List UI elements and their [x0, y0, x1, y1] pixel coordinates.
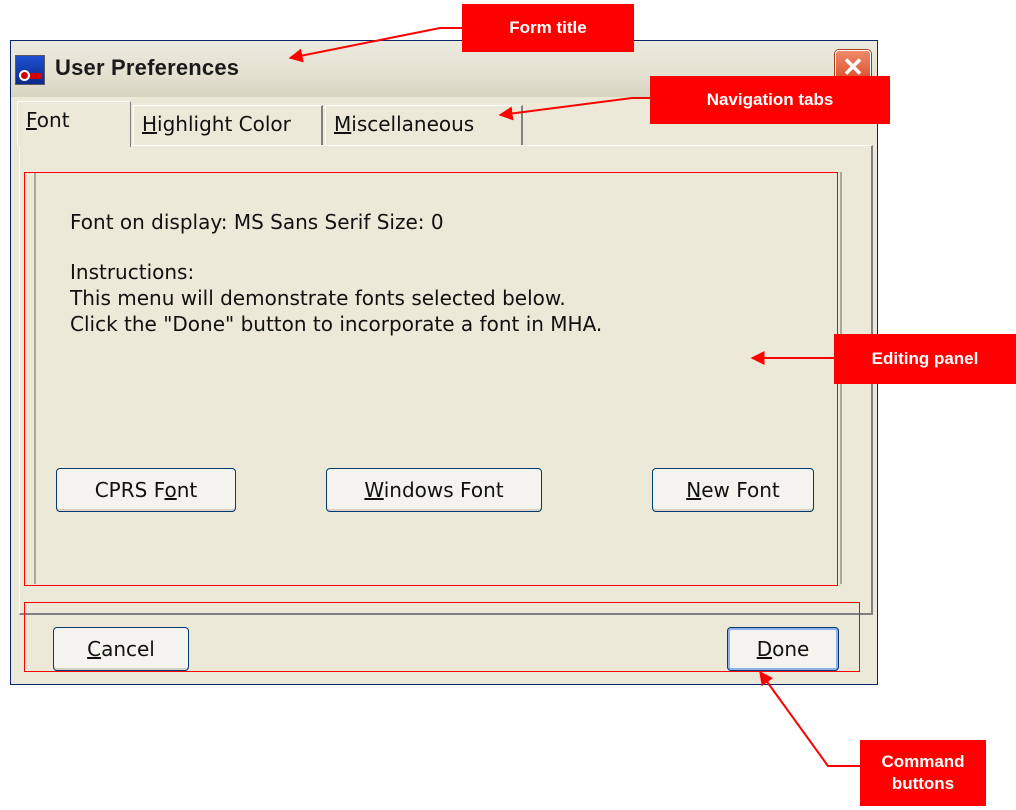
- annotation-arrows: [288, 27, 860, 767]
- arrow-navigation-tabs: [498, 97, 650, 121]
- arrow-command-buttons: [759, 670, 860, 767]
- arrow-form-title: [288, 27, 462, 63]
- tab-font[interactable]: Font: [17, 101, 131, 147]
